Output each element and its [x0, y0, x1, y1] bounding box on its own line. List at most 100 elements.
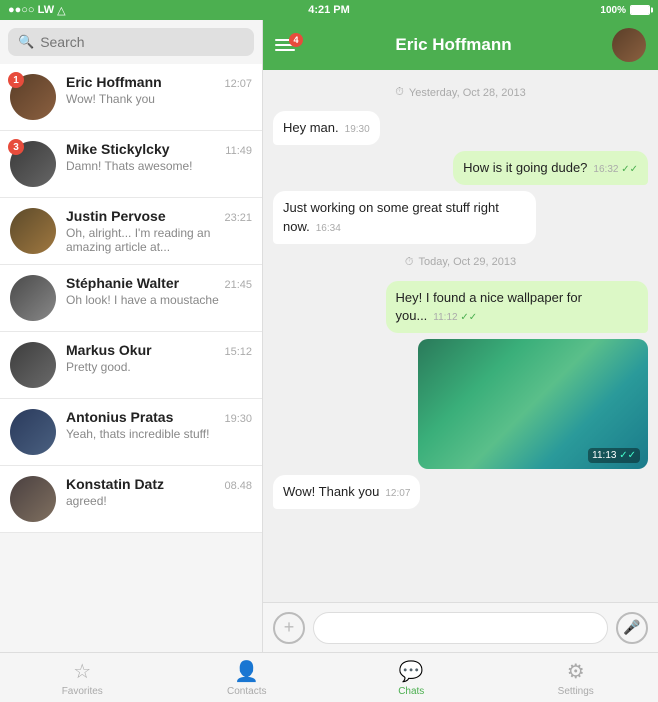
chat-list-item[interactable]: Antonius Pratas 19:30 Yeah, thats incred…: [0, 399, 262, 466]
avatar: [10, 208, 56, 254]
tab-chats[interactable]: 💬 Chats: [329, 653, 494, 702]
mic-button[interactable]: 🎤: [616, 612, 648, 644]
tab-contacts[interactable]: 👤 Contacts: [165, 653, 330, 702]
avatar-wrap: [10, 342, 56, 388]
chat-info: Justin Pervose 23:21 Oh, alright... I'm …: [66, 208, 252, 254]
message-row-received: Hey man.19:30: [273, 111, 648, 145]
wifi-icon: △: [57, 4, 65, 17]
chat-preview: agreed!: [66, 494, 252, 508]
menu-badge: 4: [289, 33, 303, 47]
tab-icon: ☆: [73, 659, 91, 684]
chat-name: Antonius Pratas: [66, 409, 173, 425]
chat-name: Stéphanie Walter: [66, 275, 179, 291]
message-input[interactable]: [313, 612, 608, 644]
signal-dots: ●●○○ LW: [8, 4, 54, 16]
chat-list-item[interactable]: Konstatin Datz 08.48 agreed!: [0, 466, 262, 533]
avatar-wrap: [10, 275, 56, 321]
chat-header-row: Justin Pervose 23:21: [66, 208, 252, 224]
chat-list-item[interactable]: 3 Mike Stickylcky 11:49 Damn! Thats awes…: [0, 131, 262, 198]
message-bubble: Just working on some great stuff right n…: [273, 191, 536, 243]
menu-button[interactable]: 4: [275, 39, 295, 51]
read-ticks: ✓✓: [460, 312, 477, 323]
chat-header-row: Eric Hoffmann 12:07: [66, 74, 252, 90]
search-input[interactable]: [40, 34, 244, 50]
clock-icon: ⏱: [395, 86, 404, 99]
image-time: 11:13 ✓✓: [588, 448, 640, 463]
clock-icon: ⏱: [405, 256, 414, 269]
battery-indicator: 100%: [600, 5, 650, 16]
conversation-panel: 4 Eric Hoffmann ⏱ Yesterday, Oct 28, 2013…: [263, 20, 658, 652]
chat-time: 15:12: [224, 346, 252, 358]
date-divider: ⏱ Yesterday, Oct 28, 2013: [273, 86, 648, 99]
chat-preview: Wow! Thank you: [66, 92, 252, 106]
chat-time: 23:21: [224, 212, 252, 224]
tab-icon: ⚙: [567, 659, 585, 684]
search-icon: 🔍: [18, 34, 34, 50]
tab-icon: 💬: [399, 659, 424, 684]
chat-time: 21:45: [224, 279, 252, 291]
message-row-received: Just working on some great stuff right n…: [273, 191, 648, 243]
message-bubble: Hey man.19:30: [273, 111, 380, 145]
image-content: 11:13 ✓✓: [418, 339, 648, 469]
chat-preview: Yeah, thats incredible stuff!: [66, 427, 252, 441]
read-ticks: ✓✓: [621, 164, 638, 175]
unread-badge: 3: [8, 139, 24, 155]
chat-preview: Oh, alright... I'm reading an amazing ar…: [66, 226, 252, 254]
chat-header-row: Stéphanie Walter 21:45: [66, 275, 252, 291]
chat-name: Justin Pervose: [66, 208, 166, 224]
chat-time: 11:49: [225, 145, 252, 157]
chat-header-row: Mike Stickylcky 11:49: [66, 141, 252, 157]
chat-preview: Damn! Thats awesome!: [66, 159, 252, 173]
add-attachment-button[interactable]: +: [273, 612, 305, 644]
message-input-bar: + 🎤: [263, 602, 658, 652]
chat-time: 19:30: [224, 413, 252, 425]
message-bubble: Wow! Thank you12:07: [273, 475, 420, 509]
chat-list-item[interactable]: Justin Pervose 23:21 Oh, alright... I'm …: [0, 198, 262, 265]
message-bubble: Hey! I found a nice wallpaper for you...…: [386, 281, 649, 333]
avatar-wrap: 3: [10, 141, 56, 187]
chat-list-panel: 🔍 1 Eric Hoffmann 12:07 Wow! Thank you 3…: [0, 20, 263, 652]
tab-settings[interactable]: ⚙ Settings: [494, 653, 658, 702]
message-row-sent: How is it going dude?16:32 ✓✓: [273, 151, 648, 185]
image-bubble: 11:13 ✓✓: [418, 339, 648, 469]
search-bar[interactable]: 🔍: [8, 28, 254, 56]
date-label: Today, Oct 29, 2013: [418, 256, 516, 268]
chat-list-item[interactable]: Stéphanie Walter 21:45 Oh look! I have a…: [0, 265, 262, 332]
avatar-wrap: [10, 409, 56, 455]
chat-preview: Pretty good.: [66, 360, 252, 374]
date-label: Yesterday, Oct 28, 2013: [409, 87, 526, 99]
avatar: [10, 476, 56, 522]
chat-list-item[interactable]: 1 Eric Hoffmann 12:07 Wow! Thank you: [0, 64, 262, 131]
conversation-header: 4 Eric Hoffmann: [263, 20, 658, 70]
chat-header-row: Antonius Pratas 19:30: [66, 409, 252, 425]
message-row-sent: Hey! I found a nice wallpaper for you...…: [273, 281, 648, 333]
avatar: [10, 342, 56, 388]
tab-favorites[interactable]: ☆ Favorites: [0, 653, 165, 702]
avatar-wrap: 1: [10, 74, 56, 120]
chat-name: Markus Okur: [66, 342, 152, 358]
message-time: 12:07: [385, 488, 410, 499]
avatar-wrap: [10, 476, 56, 522]
battery-icon: [630, 5, 650, 15]
chat-preview: Oh look! I have a moustache: [66, 293, 252, 307]
contact-avatar[interactable]: [612, 28, 646, 62]
tab-label: Favorites: [62, 686, 103, 697]
message-bubble: How is it going dude?16:32 ✓✓: [453, 151, 648, 185]
tab-label: Chats: [398, 686, 424, 697]
date-divider: ⏱ Today, Oct 29, 2013: [273, 256, 648, 269]
message-time: 16:32 ✓✓: [593, 164, 638, 175]
contact-name: Eric Hoffmann: [305, 35, 602, 55]
chat-header-row: Markus Okur 15:12: [66, 342, 252, 358]
chat-info: Konstatin Datz 08.48 agreed!: [66, 476, 252, 508]
clock: 4:21 PM: [308, 4, 350, 16]
avatar: [10, 275, 56, 321]
message-row-image: 11:13 ✓✓: [273, 339, 648, 469]
chat-name: Konstatin Datz: [66, 476, 164, 492]
chat-time: 12:07: [224, 78, 252, 90]
avatar-wrap: [10, 208, 56, 254]
chat-time: 08.48: [224, 480, 252, 492]
battery-percent: 100%: [600, 5, 626, 16]
signal-indicator: ●●○○ LW △: [8, 4, 66, 17]
message-time: 19:30: [345, 124, 370, 135]
chat-list-item[interactable]: Markus Okur 15:12 Pretty good.: [0, 332, 262, 399]
